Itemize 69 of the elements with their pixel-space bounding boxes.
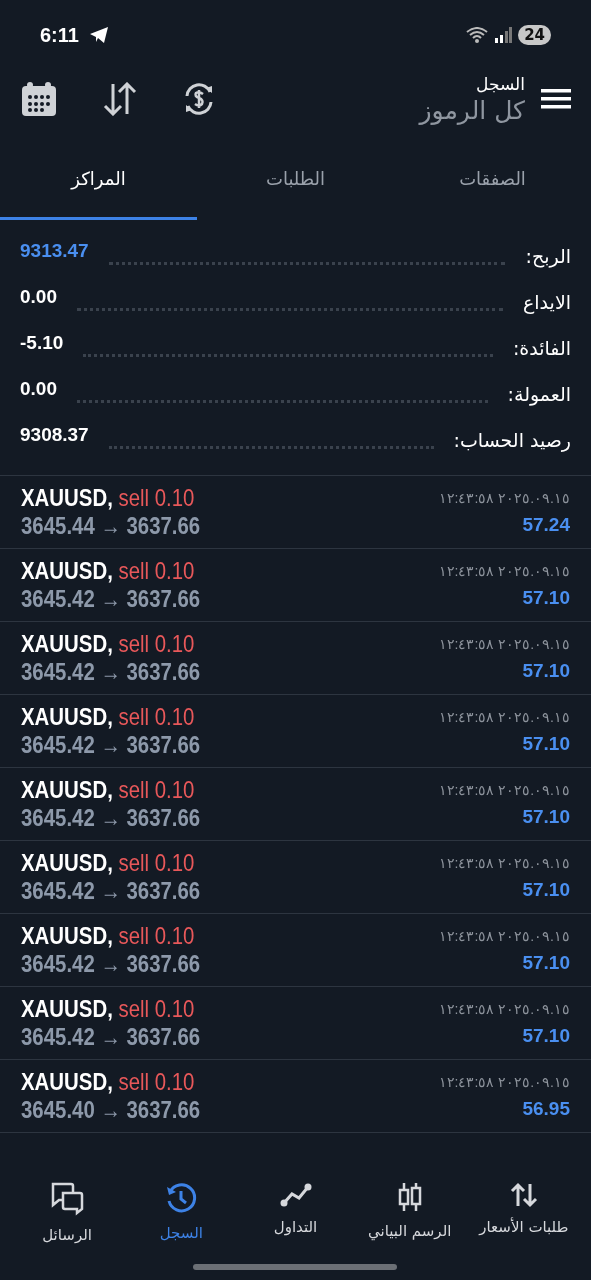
trade-title: XAUUSD, sell 0.10 [21,995,196,1023]
trade-time: ٢٠٢٥.٠٩.١٥ ١٢:٤٣:٥٨ [438,855,570,871]
summary-label: العمولة: [507,383,571,405]
nav-item[interactable]: السجل [124,1160,239,1280]
trade-time: ٢٠٢٥.٠٩.١٥ ١٢:٤٣:٥٨ [438,1001,570,1017]
tab[interactable]: الطلبات [197,140,394,220]
sort-arrows-icon[interactable] [102,82,138,116]
summary-value: 9313.47 [20,240,89,262]
signal-icon [494,27,513,43]
page-title: السجل [476,73,525,94]
trade-title: XAUUSD, sell 0.10 [21,849,196,877]
summary-label: رصيد الحساب: [453,429,571,451]
chat-bubbles-icon [49,1182,86,1216]
trade-title: XAUUSD, sell 0.10 [21,703,196,731]
summary-value: 9308.37 [20,424,89,446]
trade-title: XAUUSD, sell 0.10 [21,557,196,585]
tab[interactable]: الصفقات [394,140,591,220]
wifi-icon [466,27,489,43]
nav-item[interactable]: الرسم البياني [352,1160,467,1280]
summary-label: الفائدة: [512,337,571,359]
trade-time: ٢٠٢٥.٠٩.١٥ ١٢:٤٣:٥٨ [438,782,570,798]
tab[interactable]: المراكز [0,140,197,220]
trade-profit: 57.10 [522,879,570,901]
summary-value: 0.00 [20,378,57,400]
battery-indicator: 24 [518,25,551,45]
trade-profit: 57.10 [522,587,570,609]
trade-time: ٢٠٢٥.٠٩.١٥ ١٢:٤٣:٥٨ [438,636,570,652]
summary-label: الربح: [525,245,571,267]
trade-profit: 57.10 [522,1025,570,1047]
candlestick-icon [396,1182,423,1212]
trade-prices: 3645.40 → 3637.66 [21,1096,201,1124]
trade-time: ٢٠٢٥.٠٩.١٥ ١٢:٤٣:٥٨ [438,563,570,579]
trade-prices: 3645.42 → 3637.66 [21,804,201,832]
trade-time: ٢٠٢٥.٠٩.١٥ ١٢:٤٣:٥٨ [438,709,570,725]
nav-item[interactable]: الرسائل [10,1160,125,1280]
summary-value: -5.10 [20,332,64,354]
status-time: 6:11 [40,23,79,47]
trade-prices: 3645.42 → 3637.66 [21,585,201,613]
trade-profit: 57.10 [522,952,570,974]
trade-time: ٢٠٢٥.٠٩.١٥ ١٢:٤٣:٥٨ [438,490,570,506]
trade-prices: 3645.42 → 3637.66 [21,877,201,905]
trade-title: XAUUSD, sell 0.10 [21,630,196,658]
calendar-icon[interactable] [20,80,58,118]
trade-title: XAUUSD, sell 0.10 [21,922,196,950]
nav-item[interactable]: طلبات الأسعار [466,1160,581,1280]
trade-profit: 56.95 [522,1098,570,1120]
summary-label: الايداع [523,291,571,313]
symbol-filter[interactable]: كل الرموز [419,95,525,125]
menu-icon[interactable] [541,88,571,110]
trade-title: XAUUSD, sell 0.10 [21,1068,196,1096]
trade-profit: 57.10 [522,733,570,755]
trade-title: XAUUSD, sell 0.10 [21,776,196,804]
up-down-arrows-icon [509,1182,538,1208]
trade-time: ٢٠٢٥.٠٩.١٥ ١٢:٤٣:٥٨ [438,1074,570,1090]
trade-profit: 57.24 [522,514,570,536]
trade-prices: 3645.42 → 3637.66 [21,1023,201,1051]
trade-title: XAUUSD, sell 0.10 [21,484,196,512]
trade-time: ٢٠٢٥.٠٩.١٥ ١٢:٤٣:٥٨ [438,928,570,944]
nav-item[interactable]: التداول [238,1160,353,1280]
trade-profit: 57.10 [522,660,570,682]
history-clock-icon [165,1182,198,1214]
paper-plane-icon [88,26,109,44]
summary-value: 0.00 [20,286,57,308]
trade-profit: 57.10 [522,806,570,828]
trade-prices: 3645.42 → 3637.66 [21,950,201,978]
trade-prices: 3645.42 → 3637.66 [21,731,201,759]
line-graph-icon [279,1182,312,1208]
trade-prices: 3645.44 → 3637.66 [21,512,201,540]
trade-prices: 3645.42 → 3637.66 [21,658,201,686]
